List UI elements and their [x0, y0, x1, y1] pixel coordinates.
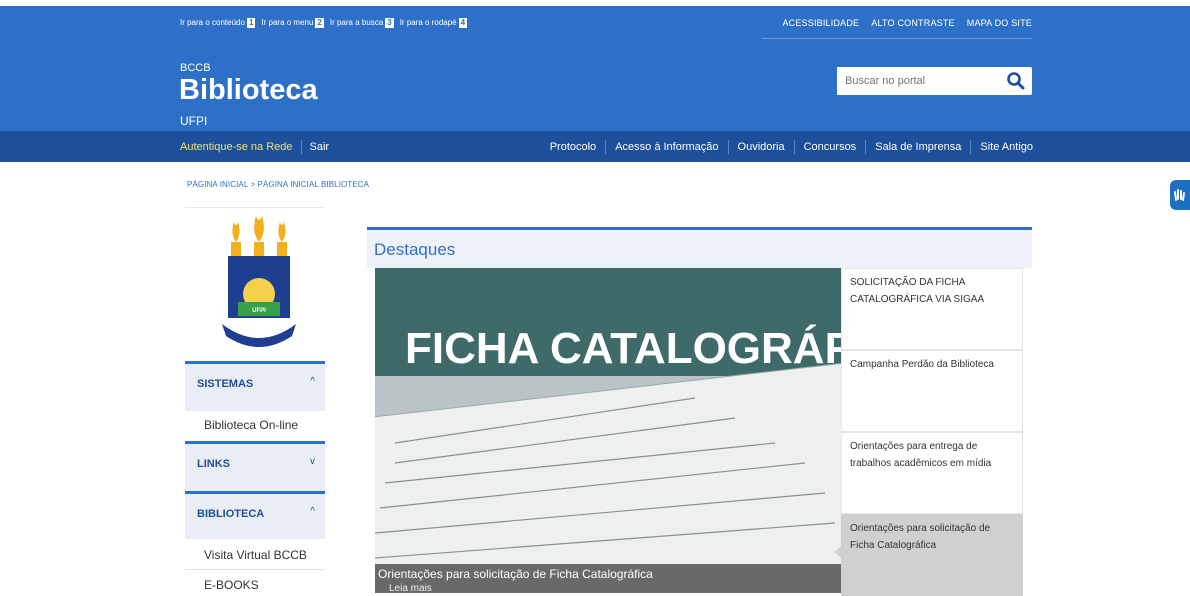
skip-to-menu-link[interactable]: Ir para o menu 2 — [261, 18, 324, 28]
nav-acesso-informacao[interactable]: Acesso à Informação — [615, 141, 718, 153]
nav-divider — [793, 140, 795, 154]
featured-caption: Orientações para solicitação de Ficha Ca… — [375, 564, 841, 593]
logout-link[interactable]: Sair — [310, 141, 330, 153]
main-navbar: Autentique-se na Rede Sair Protocolo Ace… — [0, 131, 1190, 162]
sidebar-item-visita-virtual[interactable]: Visita Virtual BCCB — [185, 548, 325, 562]
feature-banner-text: FICHA CATALOGRÁFICA — [405, 323, 841, 373]
nav-concursos[interactable]: Concursos — [804, 141, 857, 153]
brand-institution: UFPI — [180, 114, 208, 128]
sidebar-section-label: LINKS — [197, 458, 230, 470]
sidebar-item-biblioteca-online[interactable]: Biblioteca On-line — [185, 418, 325, 432]
news-item[interactable]: Orientações para entrega de trabalhos ac… — [841, 432, 1023, 514]
chevron-up-icon: ^ — [310, 506, 315, 517]
search-box — [837, 67, 1032, 95]
nav-divider — [865, 140, 867, 154]
featured-slide-image: FICHA CATALOGRÁFICA — [375, 268, 841, 593]
top-right-divider — [762, 38, 1032, 39]
search-icon[interactable] — [1006, 71, 1026, 91]
skip-to-content-link[interactable]: Ir para o conteúdo 1 — [180, 18, 256, 28]
featured-caption-title[interactable]: Orientações para solicitação de Ficha Ca… — [378, 567, 653, 581]
skip-link-label: Ir para o conteúdo — [180, 18, 245, 27]
nav-site-antigo[interactable]: Site Antigo — [980, 141, 1033, 153]
featured-slide[interactable]: FICHA CATALOGRÁFICA Orientações para sol… — [375, 268, 841, 593]
sidebar-item-divider — [185, 569, 325, 570]
skip-link-number: 1 — [246, 18, 256, 28]
site-header: Ir para o conteúdo 1 Ir para o menu 2 Ir p… — [0, 6, 1190, 131]
vlibras-widget-button[interactable] — [1170, 180, 1190, 210]
portal-links: Protocolo Acesso à Informação Ouvidoria … — [550, 140, 1033, 154]
news-item-active[interactable]: Orientações para solicitação de Ficha Ca… — [834, 514, 1023, 596]
ufpi-logo: UFPI — [222, 216, 296, 347]
chevron-down-icon: v — [310, 456, 315, 467]
sidebar-section-label: SISTEMAS — [197, 378, 254, 390]
nav-divider — [300, 140, 302, 154]
sidebar-top-divider — [185, 207, 325, 208]
top-right-links: ACESSIBILIDADE ALTO CONTRASTE MAPA DO SI… — [782, 18, 1032, 28]
svg-text:UFPI: UFPI — [252, 308, 266, 314]
skip-link-number: 2 — [315, 18, 324, 28]
breadcrumb[interactable]: PÁGINA INICIAL > PÁGINA INICIAL BIBLIOTE… — [187, 180, 369, 189]
hand-icon — [1174, 189, 1185, 201]
skip-link-number: 4 — [458, 18, 468, 28]
brand-title[interactable]: Biblioteca — [179, 74, 318, 107]
skip-to-footer-link[interactable]: Ir para o rodapé 4 — [399, 18, 468, 28]
high-contrast-link[interactable]: ALTO CONTRASTE — [871, 18, 954, 28]
brand-subtitle: BCCB — [180, 62, 211, 74]
sidebar-section-biblioteca[interactable]: BIBLIOTECA ^ — [185, 491, 325, 539]
sidebar-item-ebooks[interactable]: E-BOOKS — [185, 578, 325, 592]
nav-sala-imprensa[interactable]: Sala de Imprensa — [875, 141, 961, 153]
accessibility-link[interactable]: ACESSIBILIDADE — [782, 18, 859, 28]
destaques-header — [367, 230, 1032, 268]
user-links: Autentique-se na Rede Sair — [180, 140, 329, 154]
nav-divider — [605, 140, 607, 154]
skip-link-label: Ir para o rodapé — [399, 18, 457, 27]
destaques-news-list: SOLICITAÇÃO DA FICHA CATALOGRÁFICA VIA S… — [834, 268, 1023, 596]
login-link[interactable]: Autentique-se na Rede — [180, 141, 293, 153]
nav-protocolo[interactable]: Protocolo — [550, 141, 596, 153]
skip-link-label: Ir para o menu — [261, 18, 314, 27]
accessibility-links: Ir para o conteúdo 1 Ir para o menu 2 Ir p… — [180, 18, 468, 28]
destaques-title: Destaques — [374, 240, 456, 259]
nav-ouvidoria[interactable]: Ouvidoria — [738, 141, 785, 153]
skip-link-number: 3 — [385, 18, 394, 28]
sidebar-section-links[interactable]: LINKS v — [185, 441, 325, 491]
sidebar-section-sistemas[interactable]: SISTEMAS ^ — [185, 361, 325, 411]
read-more-link[interactable]: Leia mais — [389, 583, 432, 593]
news-item[interactable]: Campanha Perdão da Biblioteca — [841, 350, 1023, 432]
chevron-up-icon: ^ — [310, 376, 315, 387]
site-map-link[interactable]: MAPA DO SITE — [967, 18, 1032, 28]
news-item[interactable]: SOLICITAÇÃO DA FICHA CATALOGRÁFICA VIA S… — [841, 268, 1023, 350]
skip-link-label: Ir para a busca — [329, 18, 384, 27]
sidebar-section-label: BIBLIOTECA — [197, 508, 265, 520]
nav-divider — [970, 140, 972, 154]
nav-divider — [727, 140, 729, 154]
search-input[interactable] — [837, 67, 997, 95]
skip-to-search-link[interactable]: Ir para a busca 3 — [330, 18, 394, 28]
